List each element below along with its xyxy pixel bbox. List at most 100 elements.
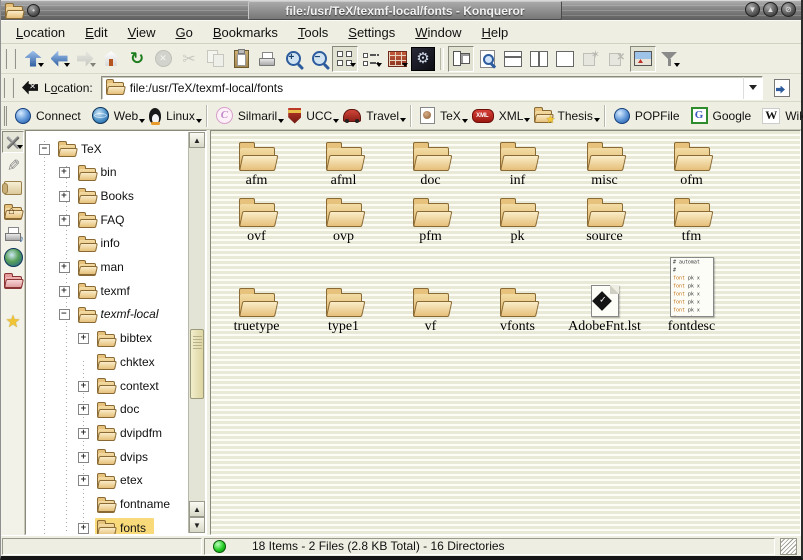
sidebar-button-pen[interactable] <box>2 154 24 176</box>
scroll-up-button[interactable]: ▲ <box>189 132 205 148</box>
split-h-button[interactable] <box>500 46 526 72</box>
file-item-ovp[interactable]: ovp <box>300 193 387 245</box>
sidebar-button-scroll[interactable] <box>2 177 24 199</box>
print-button[interactable] <box>254 46 280 72</box>
file-item-vfonts[interactable]: vfonts <box>474 249 561 335</box>
bookmark-ucc[interactable]: UCC <box>284 106 339 126</box>
minimize-button[interactable]: ▼ <box>745 2 760 17</box>
split-v-button[interactable] <box>526 46 552 72</box>
tree-row-fontname[interactable]: fontname <box>78 494 178 516</box>
file-item-ofm[interactable]: ofm <box>648 137 735 189</box>
tree-item[interactable]: dvipdfm <box>95 423 170 443</box>
sidebar-button-tools[interactable] <box>2 131 24 153</box>
window-menu-button[interactable]: • <box>27 4 40 17</box>
scroll-down-button[interactable]: ▼ <box>189 517 205 533</box>
bookmark-linux[interactable]: Linux <box>145 106 202 126</box>
forward-button[interactable] <box>72 46 98 72</box>
sidebar-button-globe[interactable] <box>2 246 24 268</box>
file-item-pk[interactable]: pk <box>474 193 561 245</box>
tree-row-texmf[interactable]: +texmf <box>59 280 138 302</box>
collapse-icon[interactable]: − <box>59 309 70 320</box>
copy-button[interactable] <box>202 46 228 72</box>
back-button[interactable] <box>46 46 72 72</box>
menu-window[interactable]: Window <box>406 22 470 43</box>
file-item-fontdesc[interactable]: # automat#font pk xfont pk xfont pk xfon… <box>648 249 735 335</box>
tree-item[interactable]: fonts <box>95 518 154 534</box>
tree-row-etex[interactable]: + etex <box>78 470 151 492</box>
icon-view-button[interactable] <box>332 46 358 72</box>
tree-row-chktex[interactable]: chktex <box>78 351 163 373</box>
expand-icon[interactable]: + <box>59 262 70 273</box>
bookmark-connect[interactable]: Connect <box>11 106 88 126</box>
file-item-afm[interactable]: afm <box>213 137 300 189</box>
file-item-source[interactable]: source <box>561 193 648 245</box>
file-item-misc[interactable]: misc <box>561 137 648 189</box>
scroll-up-button-2[interactable]: ▲ <box>189 501 205 517</box>
menu-tools[interactable]: Tools <box>289 22 337 43</box>
collapse-icon[interactable]: − <box>39 144 50 155</box>
tree-item[interactable]: bibtex <box>95 329 160 349</box>
tree-item[interactable]: texmf <box>76 281 138 301</box>
tree-item[interactable]: fontname <box>95 495 178 515</box>
zoom-out-button[interactable] <box>306 46 332 72</box>
file-item-ovf[interactable]: ovf <box>213 193 300 245</box>
expand-icon[interactable]: + <box>78 404 89 415</box>
bookmark-web[interactable]: Web <box>88 105 145 126</box>
image-button[interactable] <box>630 46 656 72</box>
tree-row-texmf-local[interactable]: −texmf-local <box>59 304 167 326</box>
file-item-tfm[interactable]: tfm <box>648 193 735 245</box>
expand-icon[interactable]: + <box>78 333 89 344</box>
cut-button[interactable] <box>176 46 202 72</box>
tree-item[interactable]: man <box>76 258 132 278</box>
tree-item[interactable]: Books <box>76 186 142 206</box>
go-button[interactable] <box>769 76 795 100</box>
expand-icon[interactable]: + <box>78 523 89 534</box>
up-button[interactable] <box>20 46 46 72</box>
reload-button[interactable] <box>124 46 150 72</box>
bookmark-google[interactable]: Google <box>687 105 759 126</box>
bookmark-thesis[interactable]: ★Thesis <box>530 106 599 125</box>
expand-icon[interactable]: + <box>59 167 70 178</box>
menu-help[interactable]: Help <box>473 22 518 43</box>
expand-icon[interactable]: + <box>59 215 70 226</box>
tree-row-man[interactable]: + man <box>59 257 132 279</box>
menu-settings[interactable]: Settings <box>339 22 404 43</box>
tree-item[interactable]: texmf-local <box>76 305 167 325</box>
bookmark-silmaril[interactable]: Silmaril <box>212 105 284 126</box>
file-item-inf[interactable]: inf <box>474 137 561 189</box>
location-toolbar-drag-handle[interactable] <box>3 78 14 98</box>
location-dropdown-arrow[interactable] <box>743 77 762 99</box>
clear-location-icon[interactable] <box>22 81 38 95</box>
list-view-button[interactable] <box>358 46 384 72</box>
file-item-truetype[interactable]: truetype <box>213 249 300 335</box>
tree-row-doc[interactable]: +doc <box>78 399 147 421</box>
home-button[interactable] <box>98 46 124 72</box>
tree-row-context[interactable]: +context <box>78 375 167 397</box>
tree-item[interactable]: TeX <box>56 139 110 159</box>
expand-icon[interactable]: + <box>59 191 70 202</box>
sidebar-button-homefold[interactable] <box>2 200 24 222</box>
location-input[interactable]: file:/usr/TeX/texmf-local/fonts <box>130 81 743 95</box>
tree-item[interactable]: etex <box>95 471 151 491</box>
filter-button[interactable] <box>656 46 682 72</box>
title-bar[interactable]: • file:/usr/TeX/texmf-local/fonts - Konq… <box>1 0 801 20</box>
square-button[interactable] <box>552 46 578 72</box>
file-item-afml[interactable]: afml <box>300 137 387 189</box>
bookmarks-drag-handle[interactable] <box>3 106 7 126</box>
menu-edit[interactable]: Edit <box>76 22 116 43</box>
find-button[interactable] <box>474 46 500 72</box>
close-button[interactable]: ⊘ <box>781 2 796 17</box>
file-item-doc[interactable]: doc <box>387 137 474 189</box>
bookmark-wikipedia[interactable]: Wikipedia <box>758 106 803 126</box>
stop-button[interactable] <box>150 46 176 72</box>
menu-bookmarks[interactable]: Bookmarks <box>204 22 287 43</box>
file-item-type1[interactable]: type1 <box>300 249 387 335</box>
sidebar-button-services[interactable] <box>2 223 24 245</box>
zoom-in-button[interactable] <box>280 46 306 72</box>
menu-view[interactable]: View <box>119 22 165 43</box>
expand-icon[interactable]: + <box>78 475 89 486</box>
menu-go[interactable]: Go <box>167 22 202 43</box>
tree-item[interactable]: chktex <box>95 352 163 372</box>
maximize-button[interactable]: ▲ <box>763 2 778 17</box>
panel-button[interactable] <box>448 46 474 72</box>
